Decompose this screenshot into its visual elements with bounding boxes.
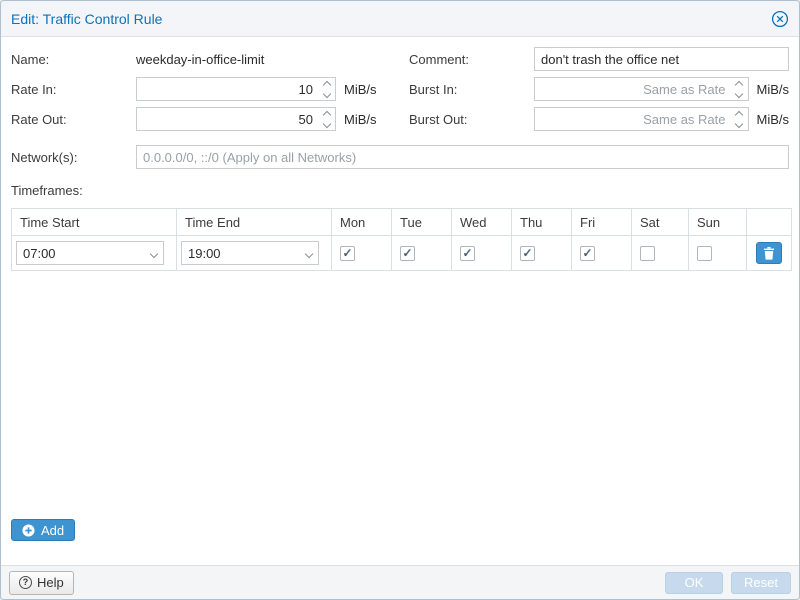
name-field: Name: weekday-in-office-limit xyxy=(11,47,391,71)
burst-out-input[interactable] xyxy=(534,107,749,131)
trash-icon xyxy=(763,247,775,260)
rate-in-input[interactable] xyxy=(136,77,336,101)
spinner-up-icon[interactable] xyxy=(735,110,743,118)
checkbox-mon[interactable] xyxy=(340,246,355,261)
time-start-dropdown[interactable] xyxy=(145,242,163,264)
burst-out-spinner[interactable] xyxy=(731,108,748,130)
checkbox-sun[interactable] xyxy=(697,246,712,261)
rate-in-unit: MiB/s xyxy=(344,82,377,97)
column-header-time-end[interactable]: Time End xyxy=(177,209,332,236)
timeframe-row xyxy=(12,236,792,271)
close-icon[interactable] xyxy=(771,10,789,28)
comment-label: Comment: xyxy=(409,52,534,67)
grid-header-row: Time Start Time End Mon Tue Wed Thu Fri … xyxy=(12,209,792,236)
time-start-combo[interactable] xyxy=(16,241,164,265)
column-header-tue[interactable]: Tue xyxy=(392,209,452,236)
spinner-down-icon[interactable] xyxy=(322,89,330,97)
column-header-wed[interactable]: Wed xyxy=(452,209,512,236)
dialog-footer: ? Help OK Reset xyxy=(1,565,799,599)
timeframes-grid: Time Start Time End Mon Tue Wed Thu Fri … xyxy=(11,208,792,271)
spinner-down-icon[interactable] xyxy=(735,119,743,127)
rate-in-label: Rate In: xyxy=(11,82,136,97)
networks-field: Network(s): xyxy=(11,145,789,169)
column-header-fri[interactable]: Fri xyxy=(572,209,632,236)
form-row-1: Name: weekday-in-office-limit Comment: xyxy=(11,47,789,71)
burst-in-input[interactable] xyxy=(534,77,749,101)
networks-label: Network(s): xyxy=(11,150,136,165)
name-value: weekday-in-office-limit xyxy=(136,52,264,67)
rate-out-field: Rate Out: MiB/s xyxy=(11,107,391,131)
edit-traffic-control-rule-dialog: Edit: Traffic Control Rule Name: weekday… xyxy=(0,0,800,600)
time-start-input[interactable] xyxy=(16,241,164,265)
burst-in-field: Burst In: MiB/s xyxy=(409,77,789,101)
checkbox-sat[interactable] xyxy=(640,246,655,261)
plus-circle-icon xyxy=(22,524,35,537)
dialog-title: Edit: Traffic Control Rule xyxy=(11,11,162,27)
burst-in-spinner[interactable] xyxy=(731,78,748,100)
burst-out-field: Burst Out: MiB/s xyxy=(409,107,789,131)
reset-button[interactable]: Reset xyxy=(731,572,791,594)
column-header-thu[interactable]: Thu xyxy=(512,209,572,236)
time-end-combo[interactable] xyxy=(181,241,319,265)
checkbox-thu[interactable] xyxy=(520,246,535,261)
burst-in-label: Burst In: xyxy=(409,82,534,97)
form-row-2: Rate In: MiB/s Burst In: xyxy=(11,77,789,101)
help-button-label: Help xyxy=(37,575,64,590)
ok-button[interactable]: OK xyxy=(665,572,723,594)
name-label: Name: xyxy=(11,52,136,67)
column-header-sat[interactable]: Sat xyxy=(632,209,689,236)
burst-out-label: Burst Out: xyxy=(409,112,534,127)
time-end-input[interactable] xyxy=(181,241,319,265)
spinner-up-icon[interactable] xyxy=(322,110,330,118)
networks-input[interactable] xyxy=(136,145,789,169)
spinner-down-icon[interactable] xyxy=(735,89,743,97)
column-header-time-start[interactable]: Time Start xyxy=(12,209,177,236)
chevron-down-icon xyxy=(305,249,313,257)
comment-field: Comment: xyxy=(409,47,789,71)
burst-out-unit: MiB/s xyxy=(757,112,790,127)
dialog-body: Name: weekday-in-office-limit Comment: R… xyxy=(1,37,799,565)
burst-in-unit: MiB/s xyxy=(757,82,790,97)
spinner-up-icon[interactable] xyxy=(735,80,743,88)
column-header-actions xyxy=(747,209,792,236)
column-header-mon[interactable]: Mon xyxy=(332,209,392,236)
rate-out-label: Rate Out: xyxy=(11,112,136,127)
add-button[interactable]: Add xyxy=(11,519,75,541)
rate-out-unit: MiB/s xyxy=(344,112,377,127)
rate-in-field: Rate In: MiB/s xyxy=(11,77,391,101)
timeframes-label: Timeframes: xyxy=(11,183,789,198)
rate-in-spinner[interactable] xyxy=(318,78,335,100)
dialog-titlebar: Edit: Traffic Control Rule xyxy=(1,1,799,37)
time-end-dropdown[interactable] xyxy=(300,242,318,264)
spinner-down-icon[interactable] xyxy=(322,119,330,127)
grid-empty-area xyxy=(11,271,789,511)
spinner-up-icon[interactable] xyxy=(322,80,330,88)
checkbox-wed[interactable] xyxy=(460,246,475,261)
help-icon: ? xyxy=(19,576,32,589)
add-button-label: Add xyxy=(41,523,64,538)
checkbox-fri[interactable] xyxy=(580,246,595,261)
chevron-down-icon xyxy=(150,249,158,257)
rate-out-spinner[interactable] xyxy=(318,108,335,130)
column-header-sun[interactable]: Sun xyxy=(689,209,747,236)
checkbox-tue[interactable] xyxy=(400,246,415,261)
comment-input[interactable] xyxy=(534,47,789,71)
help-button[interactable]: ? Help xyxy=(9,571,74,595)
form-row-3: Rate Out: MiB/s Burst Out: xyxy=(11,107,789,131)
rate-out-input[interactable] xyxy=(136,107,336,131)
delete-row-button[interactable] xyxy=(756,242,782,264)
